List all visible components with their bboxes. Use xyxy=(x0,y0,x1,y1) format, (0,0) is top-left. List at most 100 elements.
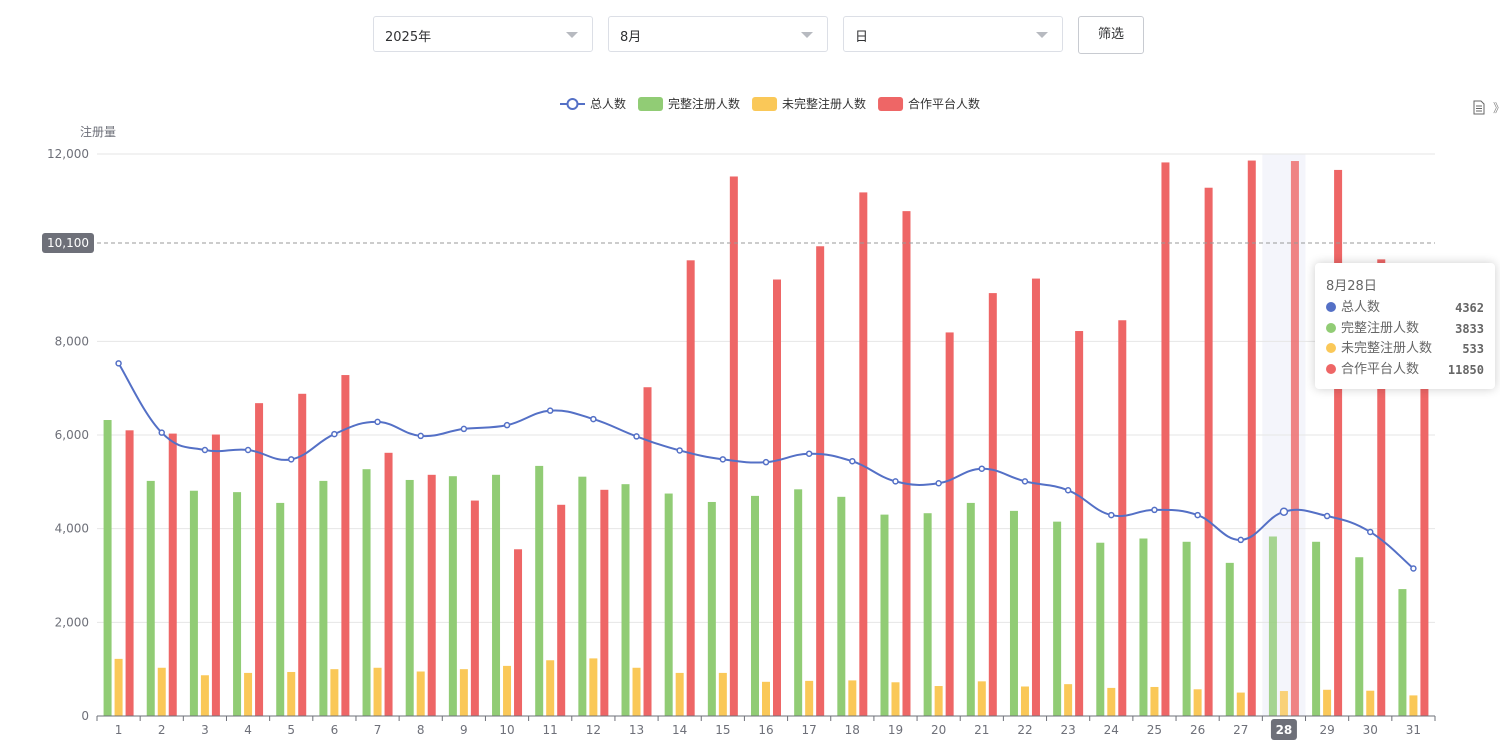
total-point xyxy=(1021,478,1029,485)
bar-complete xyxy=(1139,538,1148,716)
bar-complete xyxy=(1312,541,1321,716)
total-point xyxy=(460,425,468,433)
y-tick-label: 12,000 xyxy=(47,147,89,161)
bar-partner xyxy=(1290,161,1299,716)
series-dot xyxy=(1326,363,1336,374)
legend-label: 完整注册人数 xyxy=(668,96,740,111)
bar-complete xyxy=(1225,562,1234,716)
bar-complete xyxy=(707,501,716,716)
bar-incomplete xyxy=(1366,690,1375,716)
tooltip-row-name: 总人数 xyxy=(1341,300,1381,315)
x-tick-label: 28 xyxy=(1276,723,1293,737)
registration-chart: 02,0004,0006,0008,00012,000注册量1 2 3 4 5 6 7 8 9 1… xyxy=(42,96,1436,740)
total-point xyxy=(1151,506,1158,514)
bar-incomplete xyxy=(244,672,253,716)
data-view-icon[interactable] xyxy=(1473,100,1485,115)
legend-label: 合作平台人数 xyxy=(908,96,980,111)
x-tick-label: 30 xyxy=(1363,723,1378,737)
bar-partner xyxy=(298,393,307,716)
total-point xyxy=(201,446,209,454)
total-point xyxy=(287,456,295,463)
x-tick-label: 10 xyxy=(499,723,514,737)
total-point xyxy=(935,479,942,487)
bar-partner xyxy=(1204,187,1213,717)
chart-tooltip: 8月28日 总人数 4362 完整注册人数 3833 未完整注册人数 533 合… xyxy=(1315,263,1495,389)
total-point xyxy=(1367,528,1374,536)
bar-partner xyxy=(988,293,997,716)
bar-partner xyxy=(168,433,177,716)
bar-incomplete xyxy=(934,686,943,716)
bar-incomplete xyxy=(762,681,770,716)
total-point xyxy=(805,450,813,457)
y-tick-label: 8,000 xyxy=(55,334,89,348)
bar-partner xyxy=(1031,278,1040,716)
bar-partner xyxy=(211,434,220,716)
legend-swatch xyxy=(878,97,904,111)
bar-partner xyxy=(341,375,350,716)
bar-complete xyxy=(1096,542,1105,716)
bar-partner xyxy=(557,504,566,716)
x-tick-label: 31 xyxy=(1406,723,1421,737)
tooltip-row-name: 未完整注册人数 xyxy=(1341,341,1433,356)
bar-partner xyxy=(514,549,523,716)
x-tick-label: 2 xyxy=(158,723,166,737)
bar-incomplete xyxy=(1020,686,1029,716)
tooltip-title: 8月28日 xyxy=(1326,279,1377,294)
total-point xyxy=(1279,507,1289,516)
x-tick-label: 17 xyxy=(802,723,817,737)
bar-complete xyxy=(492,474,501,716)
bar-incomplete xyxy=(718,672,727,716)
total-point xyxy=(244,446,252,454)
x-tick-label: 21 xyxy=(974,723,989,737)
bar-complete xyxy=(1053,521,1062,716)
bar-partner xyxy=(125,430,134,716)
bar-incomplete xyxy=(848,680,857,716)
bar-complete xyxy=(448,476,457,716)
total-point xyxy=(633,433,640,440)
total-point xyxy=(1237,536,1245,544)
bar-incomplete xyxy=(1236,692,1245,716)
bar-complete xyxy=(966,502,975,716)
x-tick-label: 5 xyxy=(287,723,295,737)
bar-complete xyxy=(923,513,932,716)
bar-incomplete xyxy=(200,675,209,716)
bar-complete xyxy=(405,479,414,716)
bar-partner xyxy=(470,500,479,716)
bar-incomplete xyxy=(1323,689,1332,716)
y-tick-label: 4,000 xyxy=(55,522,89,536)
legend-swatch xyxy=(638,97,664,111)
bar-partner xyxy=(255,403,264,716)
bar-complete xyxy=(751,495,759,716)
bar-complete xyxy=(794,489,803,716)
series-dot xyxy=(1326,343,1336,353)
total-point xyxy=(762,458,770,466)
bar-partner xyxy=(945,332,954,716)
x-tick-label: 20 xyxy=(931,723,946,737)
x-tick-label: 12 xyxy=(586,723,601,737)
bar-partner xyxy=(902,211,911,717)
bar-partner xyxy=(773,279,781,716)
legend-label: 总人数 xyxy=(590,96,626,111)
y-tick-label: 2,000 xyxy=(55,615,89,629)
total-point xyxy=(331,430,338,438)
total-point xyxy=(417,432,424,440)
bar-partner xyxy=(859,192,868,717)
bar-incomplete xyxy=(546,660,555,716)
bar-complete xyxy=(1268,536,1277,716)
series-dot xyxy=(1326,322,1336,333)
bar-partner xyxy=(686,260,695,716)
bar-partner xyxy=(1118,320,1127,716)
total-line xyxy=(117,362,1415,570)
total-point xyxy=(1323,512,1331,520)
tooltip-row-name: 合作平台人数 xyxy=(1341,361,1420,377)
toolbox-partial-text: 》 xyxy=(1493,99,1500,116)
tooltip-row: 合作平台人数 11850 xyxy=(1326,360,1484,381)
bar-partner xyxy=(427,474,436,716)
x-tick-label: 18 xyxy=(845,723,860,737)
bar-incomplete xyxy=(416,671,425,716)
bar-partner xyxy=(384,452,393,716)
total-point xyxy=(978,465,986,472)
bar-complete xyxy=(276,502,285,716)
bar-incomplete xyxy=(114,658,123,716)
x-tick-label: 15 xyxy=(715,723,730,737)
